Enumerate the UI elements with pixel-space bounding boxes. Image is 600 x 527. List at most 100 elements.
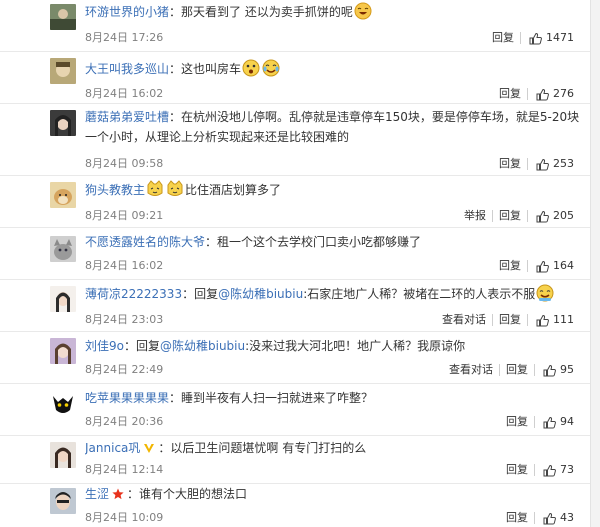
avatar[interactable] xyxy=(50,286,76,312)
scrollbar[interactable] xyxy=(590,0,600,527)
comment-username[interactable]: 环游世界的小猪 xyxy=(85,5,169,19)
comment-actions: 回复 276 xyxy=(493,86,574,102)
mention-link[interactable]: @陈幼稚biubiu xyxy=(160,339,245,353)
comment-item: 狗头教教主 比住酒店划算多了 8月24日 09:21 举报 回复 205 xyxy=(0,176,590,228)
comment-actions: 回复 164 xyxy=(493,258,574,274)
avatar[interactable] xyxy=(50,488,76,514)
like-button[interactable]: 111 xyxy=(528,312,574,328)
view-thread-button[interactable]: 查看对话 xyxy=(436,312,492,328)
comment-actions: 回复 43 xyxy=(500,510,574,526)
comment-meta: 8月24日 12:14 回复 73 xyxy=(85,462,580,478)
reply-button[interactable]: 回复 xyxy=(493,86,527,102)
mention-link[interactable]: @陈幼稚biubiu xyxy=(218,287,303,301)
comment-username[interactable]: Jannica巩 xyxy=(85,441,140,455)
reply-button[interactable]: 回复 xyxy=(500,362,534,378)
avatar[interactable] xyxy=(50,236,76,262)
comment-username[interactable]: 薄荷凉22222333 xyxy=(85,287,182,301)
avatar[interactable] xyxy=(50,390,76,416)
comment-username[interactable]: 大王叫我多巡山 xyxy=(85,62,169,76)
avatar[interactable] xyxy=(50,4,76,30)
comment-meta: 8月24日 09:58 回复 253 xyxy=(85,156,580,172)
comment-text: ：以后卫生问题堪忧啊 有专门打扫的么 xyxy=(158,441,367,455)
thumbs-up-icon xyxy=(543,512,556,524)
reply-prefix: ：回复 xyxy=(123,339,160,353)
comment-actions: 查看对话 回复 95 xyxy=(443,362,574,378)
comment-username[interactable]: 吃苹果果果果果 xyxy=(85,391,169,405)
avatar[interactable] xyxy=(50,182,76,208)
comment-date: 8月24日 23:03 xyxy=(85,313,164,326)
comment-username[interactable]: 蘑菇弟弟爱吐槽 xyxy=(85,110,169,124)
like-count: 164 xyxy=(553,259,574,272)
comment-text: ：睡到半夜有人扫一扫就进来了咋整？ xyxy=(169,391,374,405)
reply-button[interactable]: 回复 xyxy=(500,414,534,430)
like-count: 276 xyxy=(553,87,574,100)
thumbs-up-icon xyxy=(536,158,549,170)
comment-date: 8月24日 12:14 xyxy=(85,463,164,476)
reply-button[interactable]: 回复 xyxy=(486,30,520,46)
comment-meta: 8月24日 22:49 查看对话 回复 95 xyxy=(85,362,580,378)
like-button[interactable]: 164 xyxy=(528,258,574,274)
like-button[interactable]: 205 xyxy=(528,208,574,224)
avatar[interactable] xyxy=(50,338,76,364)
view-thread-button[interactable]: 查看对话 xyxy=(443,362,499,378)
reply-button[interactable]: 回复 xyxy=(493,258,527,274)
thumbs-up-icon xyxy=(543,464,556,476)
avatar[interactable] xyxy=(50,58,76,84)
avatar[interactable] xyxy=(50,442,76,468)
like-button[interactable]: 94 xyxy=(535,414,574,430)
reply-button[interactable]: 回复 xyxy=(493,156,527,172)
comment-date: 8月24日 22:49 xyxy=(85,363,164,376)
like-button[interactable]: 73 xyxy=(535,462,574,478)
comment-actions: 举报 回复 205 xyxy=(458,208,574,224)
like-count: 73 xyxy=(560,463,574,476)
comment-text-line: 狗头教教主 比住酒店划算多了 xyxy=(85,180,580,200)
comment-text: ：租一个这个去学校门口卖小吃都够赚了 xyxy=(205,235,422,249)
comment-item: 大王叫我多巡山：这也叫房车 8月24日 16:02 回复 276 xyxy=(0,52,590,104)
comment-actions: 回复 73 xyxy=(500,462,574,478)
thumbs-up-icon xyxy=(536,210,549,222)
comment-date: 8月24日 10:09 xyxy=(85,511,164,524)
comment-item: 生涩 ：谁有个大胆的想法口 8月24日 10:09 回复 43 xyxy=(0,484,590,527)
comment-item: 蘑菇弟弟爱吐槽：在杭州没地儿停啊。乱停就是违章停车150块，要是停停车场，就是5… xyxy=(0,104,590,176)
star-badge-icon xyxy=(112,488,124,500)
comment-text: ：这也叫房车 xyxy=(169,62,242,76)
avatar[interactable] xyxy=(50,110,76,136)
comment-item: 吃苹果果果果果：睡到半夜有人扫一扫就进来了咋整？ 8月24日 20:36 回复 … xyxy=(0,384,590,436)
comment-username[interactable]: 狗头教教主 xyxy=(85,183,145,197)
like-count: 43 xyxy=(560,511,574,524)
comment-actions: 回复 1471 xyxy=(486,30,574,46)
thumbs-up-icon xyxy=(536,314,549,326)
comment-text: :石家庄地广人稀？被堵在二环的人表示不服 xyxy=(303,287,536,301)
comment-meta: 8月24日 16:02 回复 276 xyxy=(85,86,580,102)
cat-face-icon xyxy=(146,180,164,198)
like-count: 205 xyxy=(553,209,574,222)
thumbs-up-icon xyxy=(543,416,556,428)
like-button[interactable]: 95 xyxy=(535,362,574,378)
reply-button[interactable]: 回复 xyxy=(500,462,534,478)
like-button[interactable]: 1471 xyxy=(521,30,574,46)
like-button[interactable]: 253 xyxy=(528,156,574,172)
report-button[interactable]: 举报 xyxy=(458,208,492,224)
comment-date: 8月24日 16:02 xyxy=(85,87,164,100)
comment-username[interactable]: 刘佳9o xyxy=(85,339,124,353)
comment-item: 环游世界的小猪：那天看到了 还以为卖手抓饼的呢 8月24日 17:26 回复 1… xyxy=(0,0,590,52)
thumbs-up-icon xyxy=(536,260,549,272)
like-button[interactable]: 43 xyxy=(535,510,574,526)
comment-actions: 查看对话 回复 111 xyxy=(436,312,574,328)
comment-list: 环游世界的小猪：那天看到了 还以为卖手抓饼的呢 8月24日 17:26 回复 1… xyxy=(0,0,600,527)
laughing-face-icon xyxy=(354,2,372,20)
comment-actions: 回复 94 xyxy=(500,414,574,430)
comment-text-line: 吃苹果果果果果：睡到半夜有人扫一扫就进来了咋整？ xyxy=(85,388,580,408)
surprised-face-icon xyxy=(242,59,260,77)
comment-username[interactable]: 生涩 xyxy=(85,487,109,501)
like-button[interactable]: 276 xyxy=(528,86,574,102)
comment-meta: 8月24日 16:02 回复 164 xyxy=(85,258,580,274)
like-count: 94 xyxy=(560,415,574,428)
reply-button[interactable]: 回复 xyxy=(500,510,534,526)
reply-prefix: ：回复 xyxy=(182,287,219,301)
reply-button[interactable]: 回复 xyxy=(493,312,527,328)
reply-button[interactable]: 回复 xyxy=(493,208,527,224)
comment-text: ：那天看到了 还以为卖手抓饼的呢 xyxy=(169,5,353,19)
comment-username[interactable]: 不愿透露姓名的陈大爷 xyxy=(85,235,205,249)
comment-item: Jannica巩 ：以后卫生问题堪忧啊 有专门打扫的么 8月24日 12:14 回… xyxy=(0,436,590,484)
